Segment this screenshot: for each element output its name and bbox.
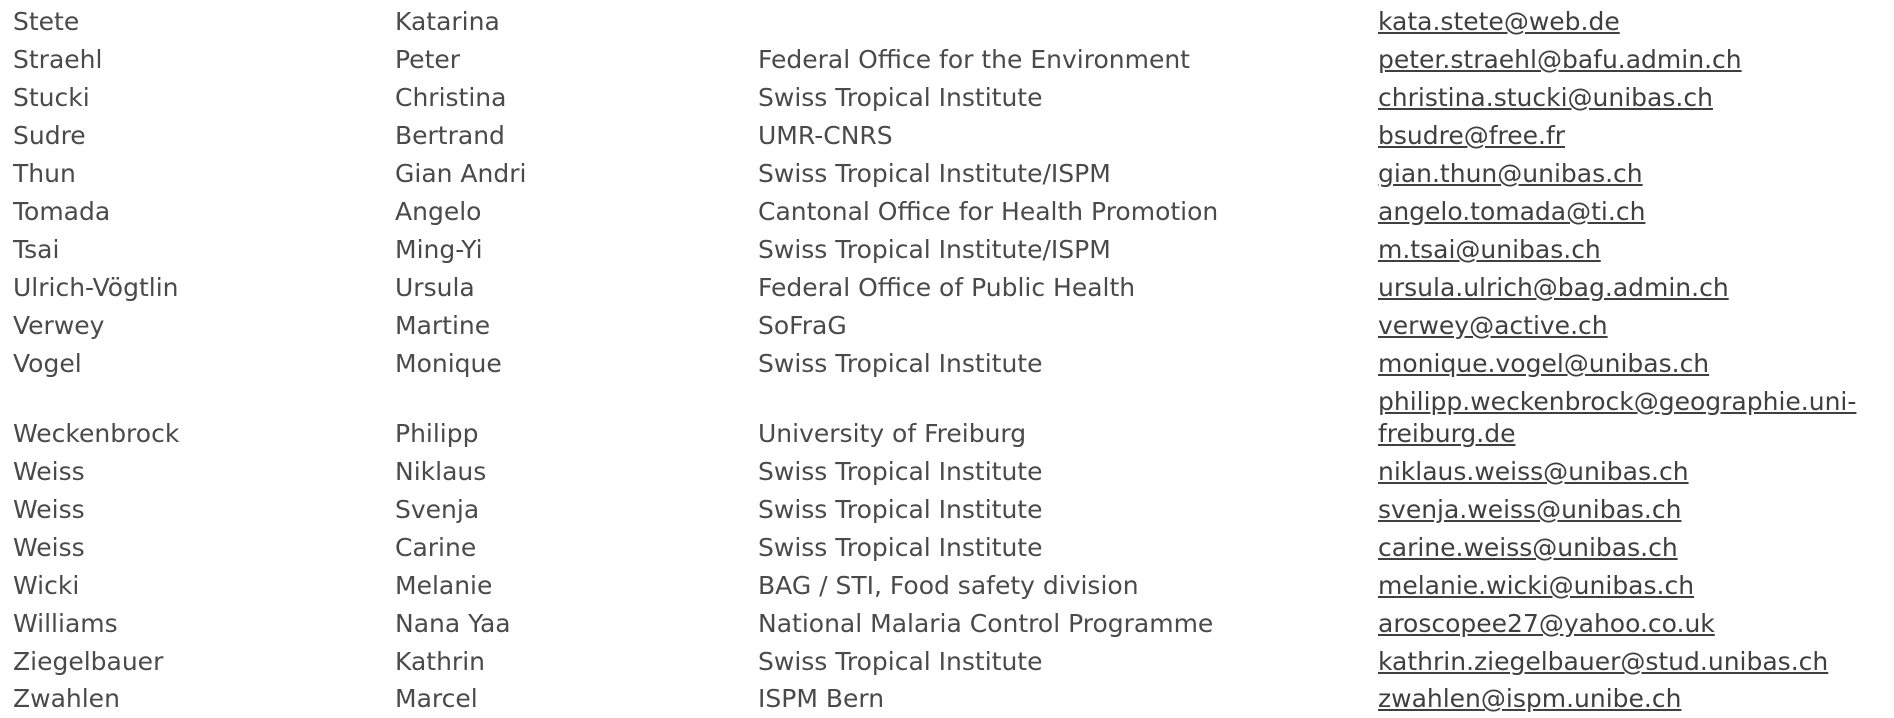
organization: Federal Office of Public Health — [758, 273, 1136, 302]
first-name: Kathrin — [395, 647, 485, 676]
last-name: Williams — [13, 609, 118, 638]
first-name: Carine — [395, 533, 477, 562]
organization: Federal Office for the Environment — [758, 45, 1190, 74]
email-link[interactable]: christina.stucki@unibas.ch — [1378, 79, 1713, 117]
last-name: Ziegelbauer — [13, 647, 164, 676]
email-link[interactable]: peter.straehl@bafu.admin.ch — [1378, 41, 1742, 79]
last-name: Wicki — [13, 571, 80, 600]
first-name: Martine — [395, 311, 491, 340]
email-link[interactable]: verwey@active.ch — [1378, 307, 1608, 345]
organization: Cantonal Office for Health Promotion — [758, 197, 1219, 226]
organization: Swiss Tropical Institute — [758, 349, 1043, 378]
email-link[interactable]: melanie.wicki@unibas.ch — [1378, 567, 1694, 605]
last-name: Zwahlen — [13, 684, 120, 713]
last-name: Tsai — [13, 235, 60, 264]
organization: ISPM Bern — [758, 684, 885, 713]
organization: University of Freiburg — [758, 419, 1027, 448]
organization: Swiss Tropical Institute — [758, 83, 1043, 112]
first-name: Bertrand — [395, 121, 505, 150]
first-name: Monique — [395, 349, 502, 378]
first-name: Melanie — [395, 571, 493, 600]
email-link-line2[interactable]: freiburg.de — [1378, 415, 1515, 453]
email-link[interactable]: gian.thun@unibas.ch — [1378, 155, 1643, 193]
organization: Swiss Tropical Institute — [758, 457, 1043, 486]
last-name: Weckenbrock — [13, 419, 180, 448]
last-name: Sudre — [13, 121, 86, 150]
last-name: Stucki — [13, 83, 90, 112]
email-link[interactable]: svenja.weiss@unibas.ch — [1378, 491, 1681, 529]
email-link[interactable]: carine.weiss@unibas.ch — [1378, 529, 1678, 567]
email-link[interactable]: kathrin.ziegelbauer@stud.unibas.ch — [1378, 643, 1828, 681]
first-name: Niklaus — [395, 457, 487, 486]
email-link[interactable]: monique.vogel@unibas.ch — [1378, 345, 1709, 383]
first-name: Svenja — [395, 495, 480, 524]
first-name: Christina — [395, 83, 507, 112]
first-name: Ursula — [395, 273, 475, 302]
last-name: Weiss — [13, 457, 85, 486]
first-name: Ming-Yi — [395, 235, 483, 264]
email-link[interactable]: kata.stete@web.de — [1378, 3, 1620, 41]
first-name: Katarina — [395, 7, 500, 36]
last-name: Verwey — [13, 311, 105, 340]
first-name: Nana Yaa — [395, 609, 511, 638]
last-name: Thun — [13, 159, 76, 188]
last-name: Vogel — [13, 349, 82, 378]
participants-table: Stete Katarina kata.stete@web.de Straehl… — [0, 0, 1894, 713]
email-link[interactable]: angelo.tomada@ti.ch — [1378, 193, 1645, 231]
first-name: Philipp — [395, 419, 479, 448]
last-name: Straehl — [13, 45, 103, 74]
organization: Swiss Tropical Institute — [758, 495, 1043, 524]
email-link[interactable]: bsudre@free.fr — [1378, 117, 1565, 155]
last-name: Ulrich-Vögtlin — [13, 273, 179, 302]
organization: UMR-CNRS — [758, 121, 893, 150]
organization: Swiss Tropical Institute/ISPM — [758, 159, 1111, 188]
organization: Swiss Tropical Institute — [758, 533, 1043, 562]
last-name: Weiss — [13, 533, 85, 562]
email-link[interactable]: niklaus.weiss@unibas.ch — [1378, 453, 1689, 491]
organization: Swiss Tropical Institute — [758, 647, 1043, 676]
last-name: Tomada — [13, 197, 111, 226]
organization: Swiss Tropical Institute/ISPM — [758, 235, 1111, 264]
email-link[interactable]: ursula.ulrich@bag.admin.ch — [1378, 269, 1729, 307]
email-link[interactable]: m.tsai@unibas.ch — [1378, 231, 1601, 269]
organization: National Malaria Control Programme — [758, 609, 1214, 638]
organization: BAG / STI, Food safety division — [758, 571, 1139, 600]
first-name: Peter — [395, 45, 461, 74]
first-name: Marcel — [395, 684, 478, 713]
email-link[interactable]: zwahlen@ispm.unibe.ch — [1378, 680, 1681, 718]
email-link[interactable]: aroscopee27@yahoo.co.uk — [1378, 605, 1715, 643]
last-name: Stete — [13, 7, 80, 36]
last-name: Weiss — [13, 495, 85, 524]
first-name: Angelo — [395, 197, 482, 226]
first-name: Gian Andri — [395, 159, 527, 188]
organization: SoFraG — [758, 311, 847, 340]
